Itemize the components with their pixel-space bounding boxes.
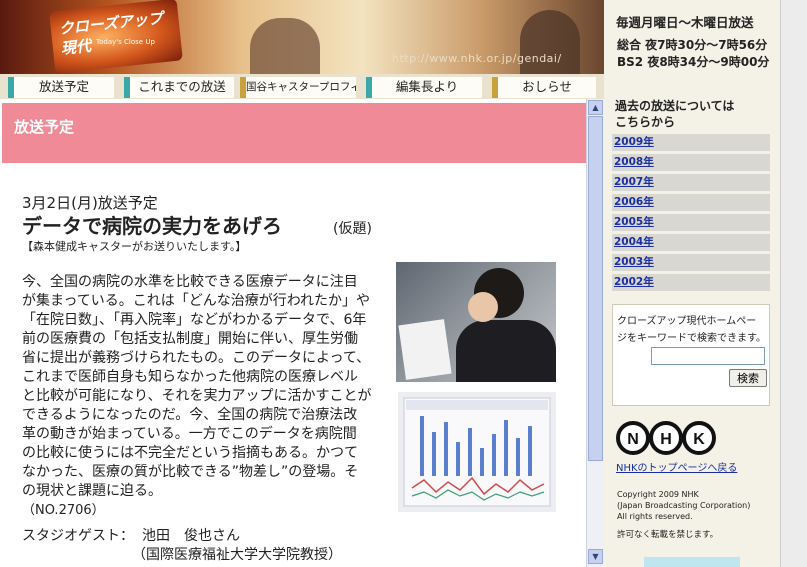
scroll-up-icon[interactable]: ▲ [588,100,603,115]
window-scrollbar[interactable] [780,0,807,567]
banner-url: http://www.nhk.or.jp/gendai/ [392,52,562,65]
search-description-line: ジをキーワードで検索できます。 [617,333,766,344]
search-button[interactable]: 検索 [729,369,767,387]
search-input[interactable] [651,347,765,365]
main-nav: 放送予定 これまでの放送 国谷キャスタープロフィール 編集長より おしらせ [0,74,604,99]
main-content: 放送予定 3月2日(月)放送予定 データで病院の実力をあげろ (仮題) 【森本健… [0,99,586,567]
guest-label: スタジオゲスト： [22,528,134,544]
body-text-line: 「在院日数」、「再入院率」などがわかるデータで、6年 [22,312,367,328]
archive-link-2004[interactable]: 2004年 [612,234,770,251]
banner-strip [644,557,740,567]
body-text-line: と比較が可能になり、それを実力アップに活かすことが [22,388,372,404]
body-text-line: なかった、医療の質が比較できる”物差し”の登場。そ [22,464,359,480]
copyright-line: Copyright 2009 NHK [617,490,699,499]
nav-tab-news[interactable]: おしらせ [492,77,596,98]
program-logo-subtitle: Today's Close Up [96,38,155,46]
caster-photo [396,262,556,382]
nav-tab-past-broadcasts[interactable]: これまでの放送 [124,77,234,98]
content-scrollbar[interactable]: ▲ ▼ [586,99,604,567]
nav-tab-caster-profile[interactable]: 国谷キャスタープロフィール [240,77,356,98]
archive-link-2002[interactable]: 2002年 [612,274,770,291]
photo-person-face [468,292,498,322]
nav-tab-schedule[interactable]: 放送予定 [8,77,114,98]
body-text-line: の比較に使うには不完全だという指摘もある。かつて [22,445,358,461]
archive-link-2008[interactable]: 2008年 [612,154,770,171]
body-text-line: これまで医師自身も知らなかった他病院の医療レベル [22,369,358,385]
reprint-notice: 許可なく転載を禁じます。 [617,530,719,540]
archive-link-2003[interactable]: 2003年 [612,254,770,271]
body-text-line: の現状と課題に迫る。 [22,483,162,499]
schedule-general: 総合 夜7時30分～7時56分 [617,38,768,52]
guest-name: 池田 俊也さん [142,528,240,544]
section-header: 放送予定 [2,103,586,163]
archive-link-2009[interactable]: 2009年 [612,134,770,151]
search-description: クローズアップ現代ホームペー ジをキーワードで検索できます。 [617,313,766,347]
schedule-days: 毎週月曜日～木曜日放送 [616,15,754,30]
body-text-line: 前の医療費の「包括支払制度」開始に伴い、厚生労働 [22,331,358,347]
program-logo[interactable]: クローズアップ現代 [49,0,183,74]
nhk-logo-letter: H [660,431,672,448]
article: 3月2日(月)放送予定 データで病院の実力をあげろ (仮題) 【森本健成キャスタ… [0,163,586,567]
body-text-line: 省に提出が義務づけられたもの。このデータによって、 [22,350,371,366]
header-banner: クローズアップ現代 Today's Close Up http://www.nh… [0,0,604,74]
archive-link-2007[interactable]: 2007年 [612,174,770,191]
body-text-line: が集まっている。これは「どんな治療が行われたか」や [22,293,371,309]
banner-figure [250,18,320,74]
copyright-line: All rights reserved. [617,512,693,521]
episode-number: （NO.2706） [22,503,105,518]
presenter-note: 【森本健成キャスターがお送りいたします。】 [22,240,247,253]
body-text-line: できるようになったのだ。今、全国の病院で治療法改 [22,407,358,423]
section-header-title: 放送予定 [14,118,75,136]
article-title-suffix: (仮題) [333,221,372,237]
site-search: クローズアップ現代ホームペー ジをキーワードで検索できます。 検索 [612,304,770,406]
nhk-top-link[interactable]: NHKのトップページへ戻る [616,459,737,474]
broadcast-schedule: 毎週月曜日～木曜日放送 総合 夜7時30分～7時56分 BS2 夜8時34分～9… [604,0,780,74]
sidebar: 過去の放送については こちらから 2009年 2008年 2007年 2006年… [604,74,780,567]
nhk-logo-icon[interactable]: N H K [616,420,716,456]
program-logo-text: クローズアップ現代 [58,9,164,58]
hospital-data-photo [398,392,556,512]
photo-paper [398,319,452,380]
nhk-logo-letter: N [627,431,639,448]
copyright-line: (Japan Broadcasting Corporation) [617,501,751,510]
scroll-down-icon[interactable]: ▼ [588,549,603,564]
photo-person-body [456,320,556,382]
nhk-logo-letter: K [693,431,705,448]
body-text-line: 今、全国の病院の水準を比較できる医療データに注目 [22,274,358,290]
nav-tab-editor[interactable]: 編集長より [366,77,482,98]
schedule-bs2: BS2 夜8時34分～9時00分 [617,55,770,69]
data-screen-graphic [403,397,551,507]
copyright: Copyright 2009 NHK (Japan Broadcasting C… [617,489,750,522]
search-description-line: クローズアップ現代ホームペー [617,316,757,327]
guest-affiliation: （国際医療福祉大学大学院教授） [132,547,342,563]
archive-link-2006[interactable]: 2006年 [612,194,770,211]
scroll-thumb[interactable] [588,116,603,461]
article-title: データで病院の実力をあげろ [22,214,282,238]
archive-box: 過去の放送については こちらから 2009年 2008年 2007年 2006年… [612,94,770,292]
archive-heading-line: 過去の放送については [615,99,735,113]
body-text-line: 革の動きが始まっている。一方でこのデータを病院間 [22,426,357,442]
archive-heading-line: こちらから [615,115,676,129]
archive-link-2005[interactable]: 2005年 [612,214,770,231]
archive-heading: 過去の放送については こちらから [615,98,734,130]
